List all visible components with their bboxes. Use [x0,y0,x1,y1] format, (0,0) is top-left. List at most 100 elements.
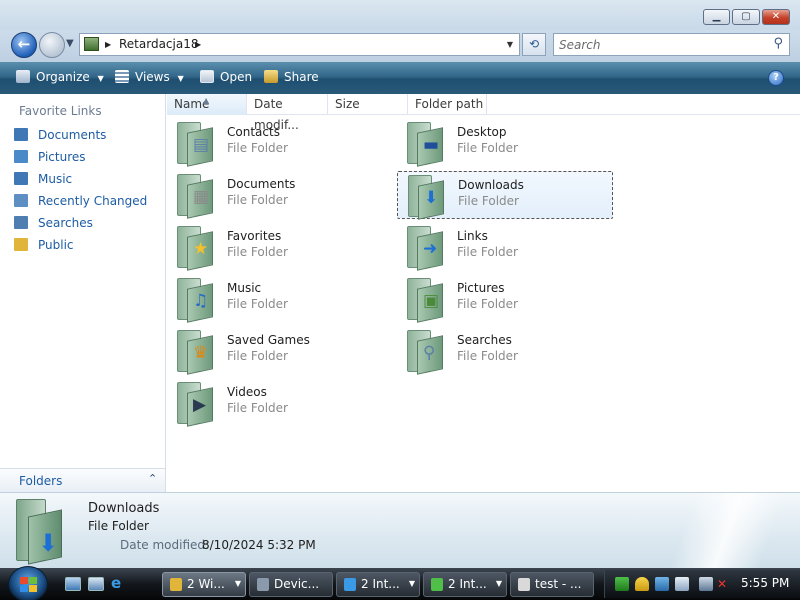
windows-logo-icon [20,577,38,593]
views-button[interactable]: Views ▼ [115,70,184,84]
search-input[interactable] [554,34,764,55]
favorite-link[interactable]: Public [14,236,74,256]
show-desktop-icon[interactable] [65,577,81,591]
folder-item[interactable]: ▣ Pictures File Folder [397,275,613,323]
title-bar[interactable]: ▁ ▢ ✕ [0,0,800,30]
folder-item[interactable]: ⚲ Searches File Folder [397,327,613,375]
internet-explorer-icon[interactable]: e [111,574,129,592]
security-shield-icon[interactable] [635,577,649,591]
folder-type: File Folder [457,297,518,311]
back-button[interactable]: ← [11,32,37,58]
views-label: Views [135,70,170,84]
pictures-folder-icon: ▣ [407,278,445,323]
column-header-row: Name ▲ Date modif... Size Folder path [167,94,800,132]
details-pane: ⬇ Downloads File Folder Date modified: 8… [0,492,800,568]
folder-type: File Folder [457,349,518,363]
tray-app-icon[interactable] [655,577,669,591]
details-date-label: Date modified: [120,538,210,552]
favorite-link-label: Searches [38,216,93,230]
column-header-name[interactable]: Name ▲ [167,94,247,115]
favorite-link[interactable]: Searches [14,214,93,234]
taskbar-button[interactable]: test - ... [510,572,594,597]
recent-pages-dropdown[interactable]: ▼ [66,38,74,49]
clock[interactable]: 5:55 PM [741,576,789,590]
folder-name: Links [457,229,488,243]
search-box[interactable]: ⚲ [553,33,790,56]
breadcrumb-chevron-icon[interactable]: ▶ [195,34,201,55]
recently-changed-icon [14,194,28,207]
public-folder-icon [14,238,28,251]
forward-button[interactable] [39,32,65,58]
music-icon [14,172,28,185]
folder-type: File Folder [227,401,288,415]
address-bar[interactable]: ▶ Retardacja18 ▶ ▼ [79,33,520,56]
favorite-link-label: Recently Changed [38,194,148,208]
navigation-bar: ← ▼ ▶ Retardacja18 ▶ ▼ ⟲ ⚲ [0,30,800,62]
folder-type: File Folder [227,141,288,155]
organize-button[interactable]: Organize ▼ [16,70,104,84]
favorite-link[interactable]: Pictures [14,148,86,168]
help-icon[interactable]: ? [768,70,784,86]
column-header-folder-path[interactable]: Folder path [408,94,487,115]
minimize-button[interactable]: ▁ [703,9,730,25]
address-dropdown-icon[interactable]: ▼ [507,34,513,55]
organize-label: Organize [36,70,90,84]
start-button[interactable] [8,566,48,600]
taskbar-button-label: 2 Int... [448,577,487,591]
folder-name: Documents [227,177,296,191]
user-folder-icon [84,37,99,51]
folder-item[interactable]: ➜ Links File Folder [397,223,613,271]
folders-label: Folders [19,474,63,488]
pictures-icon [14,150,28,163]
taskbar: e 2 Wi... ▼ Devic... 2 Int... ▼ 2 Int... ▼ test… [0,566,800,600]
breadcrumb-chevron-icon[interactable]: ▶ [105,34,111,55]
folder-name: Pictures [457,281,505,295]
network-icon[interactable] [699,577,713,591]
favorite-link-label: Documents [38,128,107,142]
links-folder-icon: ➜ [407,226,445,271]
folder-name: Saved Games [227,333,310,347]
taskbar-app-icon [344,578,356,591]
views-icon [115,70,129,83]
share-button[interactable]: Share [264,70,319,84]
network-flag-icon[interactable] [615,577,629,591]
folder-item[interactable]: ♫ Music File Folder [167,275,383,323]
tray-app-icon[interactable] [675,577,689,591]
volume-muted-icon[interactable]: ✕ [717,577,731,591]
favorite-link[interactable]: Music [14,170,72,190]
close-button[interactable]: ✕ [762,9,790,25]
taskbar-button-label: 2 Wi... [187,577,225,591]
taskbar-button[interactable]: Devic... [249,572,333,597]
folder-item[interactable]: ▬ Desktop File Folder [397,119,613,167]
folders-toggle[interactable]: Folders ⌃ [0,468,165,492]
favorite-link-label: Public [38,238,74,252]
details-item-name: Downloads [88,501,160,516]
search-icon[interactable]: ⚲ [773,36,783,51]
maximize-button[interactable]: ▢ [732,9,760,25]
taskbar-button[interactable]: 2 Int... ▼ [423,572,507,597]
explorer-window: ▁ ▢ ✕ ← ▼ ▶ Retardacja18 ▶ ▼ ⟲ ⚲ Organiz… [0,0,800,568]
folder-item[interactable]: ♛ Saved Games File Folder [167,327,383,375]
switch-windows-icon[interactable] [88,577,104,591]
taskbar-button[interactable]: 2 Int... ▼ [336,572,420,597]
folder-name: Music [227,281,262,295]
favorite-links-heading: Favorite Links [19,104,102,118]
breadcrumb-segment[interactable]: Retardacja18 [119,34,199,55]
open-icon [200,70,214,83]
refresh-button[interactable]: ⟲ [522,33,546,56]
folder-type: File Folder [457,141,518,155]
folder-type: File Folder [457,245,518,259]
favorite-link-label: Music [38,172,73,186]
taskbar-button[interactable]: 2 Wi... ▼ [162,572,246,597]
favorite-link[interactable]: Recently Changed [14,192,147,212]
column-header-size[interactable]: Size [328,94,408,115]
folder-item[interactable]: ▶ Videos File Folder [167,379,383,427]
open-button[interactable]: Open [200,70,252,84]
favorite-link[interactable]: Documents [14,126,106,146]
details-item-type: File Folder [88,519,149,533]
column-header-date-modified[interactable]: Date modif... [247,94,328,132]
folder-item[interactable]: ⬇ Downloads File Folder [397,171,613,220]
folder-item[interactable]: ★ Favorites File Folder [167,223,383,271]
folder-item[interactable]: ▤ Contacts File Folder [167,119,383,167]
folder-item[interactable]: ▦ Documents File Folder [167,171,383,219]
